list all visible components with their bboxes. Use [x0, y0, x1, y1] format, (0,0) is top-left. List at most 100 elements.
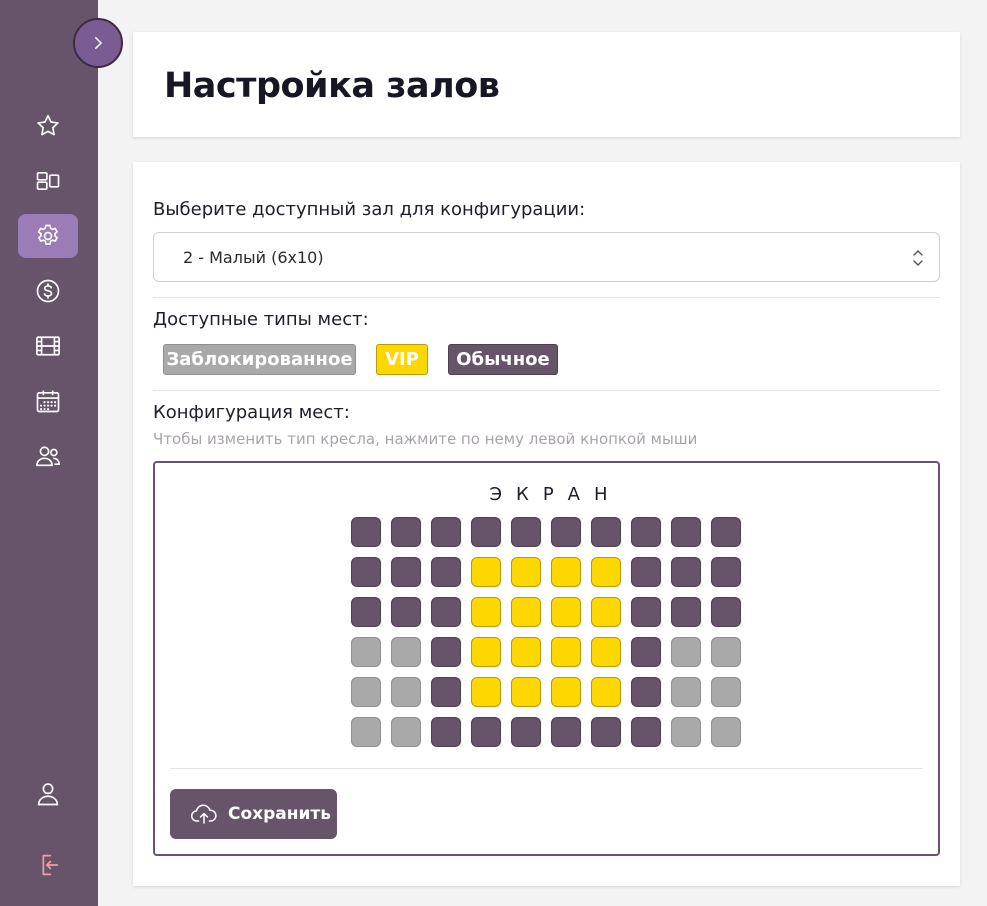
- nav-item-dashboard[interactable]: [18, 159, 78, 203]
- seat-type-blocked[interactable]: Заблокированное: [163, 344, 356, 375]
- seat-blocked[interactable]: [711, 637, 741, 667]
- seat-regular[interactable]: [671, 517, 701, 547]
- film-icon: [36, 336, 60, 356]
- page-title: Настройка залов: [164, 66, 500, 106]
- seat-vip[interactable]: [471, 557, 501, 587]
- seat-vip[interactable]: [551, 557, 581, 587]
- nav-item-films[interactable]: [18, 324, 78, 368]
- seat-blocked[interactable]: [351, 677, 381, 707]
- seat-regular[interactable]: [431, 637, 461, 667]
- seat-regular[interactable]: [711, 597, 741, 627]
- calendar-icon: [36, 390, 60, 413]
- seat-vip[interactable]: [471, 637, 501, 667]
- divider: [153, 390, 940, 391]
- nav-item-favorites[interactable]: [18, 104, 78, 148]
- users-icon: [36, 446, 60, 467]
- screen-label: ЭКРАН: [489, 484, 622, 505]
- hall-config-card: Выберите доступный зал для конфигурации:…: [133, 162, 960, 886]
- hall-select-label: Выберите доступный зал для конфигурации:: [153, 199, 586, 220]
- seat-regular[interactable]: [511, 717, 541, 747]
- seat-blocked[interactable]: [671, 717, 701, 747]
- seat-regular[interactable]: [591, 717, 621, 747]
- seat-regular[interactable]: [431, 597, 461, 627]
- seat-vip[interactable]: [551, 677, 581, 707]
- seat-vip[interactable]: [591, 557, 621, 587]
- seat-vip[interactable]: [471, 597, 501, 627]
- nav-item-users[interactable]: [18, 434, 78, 478]
- configuration-label: Конфигурация мест:: [153, 402, 350, 423]
- seat-vip[interactable]: [511, 597, 541, 627]
- seat-regular[interactable]: [631, 557, 661, 587]
- save-button-label: Сохранить: [228, 804, 332, 824]
- seat-blocked[interactable]: [711, 677, 741, 707]
- save-button[interactable]: Сохранить: [170, 789, 337, 839]
- nav-item-settings[interactable]: [18, 214, 78, 258]
- seat-regular[interactable]: [391, 597, 421, 627]
- seat-type-regular[interactable]: Обычное: [448, 344, 558, 375]
- seat-regular[interactable]: [431, 557, 461, 587]
- gear-icon: [37, 224, 58, 245]
- logout-icon: [42, 854, 59, 876]
- seat-regular[interactable]: [631, 597, 661, 627]
- cloud-upload-icon: [190, 804, 217, 824]
- seat-vip[interactable]: [591, 597, 621, 627]
- divider: [153, 297, 940, 298]
- seat-regular[interactable]: [671, 557, 701, 587]
- seat-blocked[interactable]: [351, 637, 381, 667]
- chevron-right-icon: [95, 37, 103, 49]
- seat-vip[interactable]: [471, 677, 501, 707]
- seat-regular[interactable]: [431, 677, 461, 707]
- seat-regular[interactable]: [631, 517, 661, 547]
- hall-scheme: ЭКРАН Сохранить: [153, 461, 940, 856]
- hall-select[interactable]: 2 - Малый (6x10): [153, 232, 940, 282]
- seat-regular[interactable]: [631, 637, 661, 667]
- seat-blocked[interactable]: [671, 677, 701, 707]
- seat-regular[interactable]: [711, 517, 741, 547]
- seat-vip[interactable]: [591, 637, 621, 667]
- title-card: Настройка залов: [133, 32, 960, 137]
- nav-item-schedule[interactable]: [18, 379, 78, 423]
- sidebar-toggle-button[interactable]: [73, 18, 123, 68]
- seat-vip[interactable]: [551, 597, 581, 627]
- layout-icon: [36, 172, 60, 190]
- seat-regular[interactable]: [391, 557, 421, 587]
- seat-regular[interactable]: [511, 517, 541, 547]
- seat-vip[interactable]: [551, 637, 581, 667]
- seat-regular[interactable]: [351, 597, 381, 627]
- seat-regular[interactable]: [351, 517, 381, 547]
- seat-regular[interactable]: [431, 717, 461, 747]
- seat-blocked[interactable]: [711, 717, 741, 747]
- seat-regular[interactable]: [711, 557, 741, 587]
- seat-regular[interactable]: [551, 517, 581, 547]
- nav-item-finance[interactable]: [18, 269, 78, 313]
- seat-regular[interactable]: [591, 517, 621, 547]
- seat-blocked[interactable]: [391, 717, 421, 747]
- seat-vip[interactable]: [591, 677, 621, 707]
- nav-item-profile[interactable]: [18, 772, 78, 816]
- dollar-icon: [36, 279, 60, 303]
- seat-regular[interactable]: [471, 717, 501, 747]
- seat-blocked[interactable]: [351, 717, 381, 747]
- seat-regular[interactable]: [671, 597, 701, 627]
- seat-regular[interactable]: [631, 717, 661, 747]
- sidebar: [0, 0, 98, 906]
- nav-item-logout[interactable]: [18, 843, 78, 887]
- seat-vip[interactable]: [511, 677, 541, 707]
- seat-regular[interactable]: [471, 517, 501, 547]
- seat-regular[interactable]: [351, 557, 381, 587]
- seat-blocked[interactable]: [391, 637, 421, 667]
- star-icon: [37, 114, 59, 136]
- seat-type-vip[interactable]: VIP: [376, 344, 428, 375]
- seat-types-label: Доступные типы мест:: [153, 309, 369, 330]
- seat-regular[interactable]: [391, 517, 421, 547]
- seat-blocked[interactable]: [391, 677, 421, 707]
- seat-regular[interactable]: [431, 517, 461, 547]
- seat-vip[interactable]: [511, 637, 541, 667]
- chevron-updown-icon: [913, 250, 923, 266]
- configuration-hint: Чтобы изменить тип кресла, нажмите по не…: [153, 430, 698, 448]
- hall-select-value: 2 - Малый (6x10): [183, 248, 324, 267]
- seat-vip[interactable]: [511, 557, 541, 587]
- seat-blocked[interactable]: [671, 637, 701, 667]
- seat-regular[interactable]: [631, 677, 661, 707]
- seat-regular[interactable]: [551, 717, 581, 747]
